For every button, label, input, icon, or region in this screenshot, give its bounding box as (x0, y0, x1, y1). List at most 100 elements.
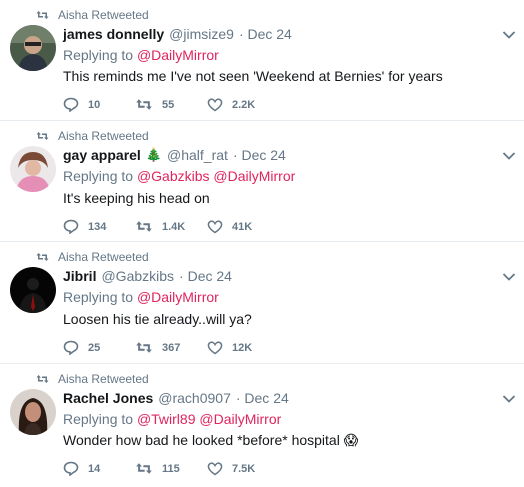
replying-label: Replying to (63, 47, 134, 63)
tweet-date[interactable]: · Dec 24 (239, 26, 292, 42)
tweet-text: Loosen his tie already..will ya? (63, 311, 252, 327)
replying-label: Replying to (63, 289, 134, 305)
retweet-icon (136, 342, 152, 353)
author-handle[interactable]: @rach0907 (158, 390, 231, 406)
replying-to: Replying to @DailyMirror (63, 289, 219, 305)
avatar[interactable] (10, 25, 56, 71)
mention-link[interactable]: @DailyMirror (213, 168, 295, 184)
tweet-header: Rachel Jones @rach0907 · Dec 24 (63, 390, 289, 406)
replying-to: Replying to @DailyMirror (63, 47, 219, 63)
mention-link[interactable]: @DailyMirror (199, 411, 281, 427)
reply-button[interactable]: 25 (63, 340, 135, 355)
retweet-context: Aisha Retweeted (36, 129, 149, 143)
author-handle[interactable]: @Gabzkibs (101, 268, 174, 284)
christmas-tree-emoji: 🎄 (145, 147, 163, 162)
tweet[interactable]: Aisha Retweeted Rachel Jones @rach0907 ·… (0, 364, 524, 487)
tweet-header: james donnelly @jimsize9 · Dec 24 (63, 26, 292, 42)
tweet[interactable]: Aisha Retweeted gay apparel 🎄 @half_rat … (0, 121, 524, 242)
like-button[interactable]: 7.5K (207, 461, 279, 476)
retweet-context-label: Aisha Retweeted (58, 8, 149, 22)
chevron-down-icon[interactable] (502, 272, 516, 282)
timeline-feed: Aisha Retweeted james donnelly @jimsize9… (0, 0, 524, 487)
retweet-count: 115 (162, 462, 180, 475)
tweet[interactable]: Aisha Retweeted Jibril @Gabzkibs · Dec 2… (0, 242, 524, 364)
like-count: 7.5K (232, 462, 256, 475)
like-button[interactable]: 41K (207, 219, 279, 234)
retweet-context-label: Aisha Retweeted (58, 250, 149, 264)
like-count: 2.2K (232, 98, 256, 111)
retweet-context: Aisha Retweeted (36, 8, 149, 22)
retweet-context: Aisha Retweeted (36, 250, 149, 264)
like-button[interactable]: 2.2K (207, 97, 279, 112)
author-handle[interactable]: @half_rat (167, 147, 228, 163)
tweet-text: It's keeping his head on (63, 190, 210, 206)
retweet-context-label: Aisha Retweeted (58, 372, 149, 386)
chevron-down-icon[interactable] (502, 30, 516, 40)
mention-link[interactable]: @Twirl89 (137, 411, 196, 427)
reply-count: 10 (88, 98, 101, 111)
tweet-text: Wonder how bad he looked *before* hospit… (63, 432, 358, 449)
retweet-icon (36, 253, 49, 261)
reply-icon (63, 97, 79, 112)
reply-icon (63, 340, 79, 355)
retweet-button[interactable]: 1.4K (135, 219, 207, 234)
reply-icon (63, 219, 79, 234)
reply-icon (63, 461, 79, 476)
retweet-context-label: Aisha Retweeted (58, 129, 149, 143)
reply-button[interactable]: 10 (63, 97, 135, 112)
tweet-actions: 134 1.4K 41K (63, 219, 279, 234)
like-icon (207, 462, 223, 476)
reply-count: 134 (88, 220, 107, 233)
tweet-actions: 10 55 2.2K (63, 97, 279, 112)
tweet-header: Jibril @Gabzkibs · Dec 24 (63, 268, 232, 284)
retweet-icon (36, 11, 49, 19)
chevron-down-icon[interactable] (502, 151, 516, 161)
avatar[interactable] (10, 146, 56, 192)
retweet-icon (136, 221, 152, 232)
like-count: 41K (232, 220, 253, 233)
tweet-text: This reminds me I've not seen 'Weekend a… (63, 68, 443, 84)
author-name[interactable]: Rachel Jones (63, 390, 153, 406)
replying-label: Replying to (63, 168, 134, 184)
retweet-button[interactable]: 55 (135, 97, 207, 112)
author-handle[interactable]: @jimsize9 (169, 26, 234, 42)
tweet-date[interactable]: · Dec 24 (236, 390, 289, 406)
mention-link[interactable]: @DailyMirror (137, 47, 219, 63)
replying-label: Replying to (63, 411, 134, 427)
retweet-context: Aisha Retweeted (36, 372, 149, 386)
retweet-icon (136, 99, 152, 110)
retweet-icon (36, 132, 49, 140)
retweet-count: 1.4K (162, 220, 186, 233)
avatar[interactable] (10, 267, 56, 313)
author-name[interactable]: james donnelly (63, 26, 164, 42)
mention-link[interactable]: @Gabzkibs (137, 168, 210, 184)
retweet-icon (136, 463, 152, 474)
tweet-date[interactable]: · Dec 24 (233, 147, 286, 163)
avatar[interactable] (10, 389, 56, 435)
tweet-actions: 14 115 7.5K (63, 461, 279, 476)
tweet-header: gay apparel 🎄 @half_rat · Dec 24 (63, 147, 286, 163)
tweet-text-body: Wonder how bad he looked *before* hospit… (63, 432, 340, 448)
retweet-count: 367 (162, 341, 181, 354)
author-name[interactable]: gay apparel (63, 147, 141, 163)
like-button[interactable]: 12K (207, 340, 279, 355)
like-icon (207, 98, 223, 112)
author-name[interactable]: Jibril (63, 268, 96, 284)
reply-count: 14 (88, 462, 101, 475)
retweet-button[interactable]: 115 (135, 461, 207, 476)
tweet[interactable]: Aisha Retweeted james donnelly @jimsize9… (0, 0, 524, 121)
like-icon (207, 220, 223, 234)
retweet-button[interactable]: 367 (135, 340, 207, 355)
replying-to: Replying to @Twirl89 @DailyMirror (63, 411, 281, 427)
screaming-face-emoji: 😱 (343, 432, 359, 448)
mention-link[interactable]: @DailyMirror (137, 289, 219, 305)
retweet-count: 55 (162, 98, 175, 111)
reply-button[interactable]: 134 (63, 219, 135, 234)
tweet-actions: 25 367 12K (63, 340, 279, 355)
like-icon (207, 341, 223, 355)
reply-count: 25 (88, 341, 101, 354)
chevron-down-icon[interactable] (502, 394, 516, 404)
reply-button[interactable]: 14 (63, 461, 135, 476)
tweet-date[interactable]: · Dec 24 (179, 268, 232, 284)
retweet-icon (36, 375, 49, 383)
